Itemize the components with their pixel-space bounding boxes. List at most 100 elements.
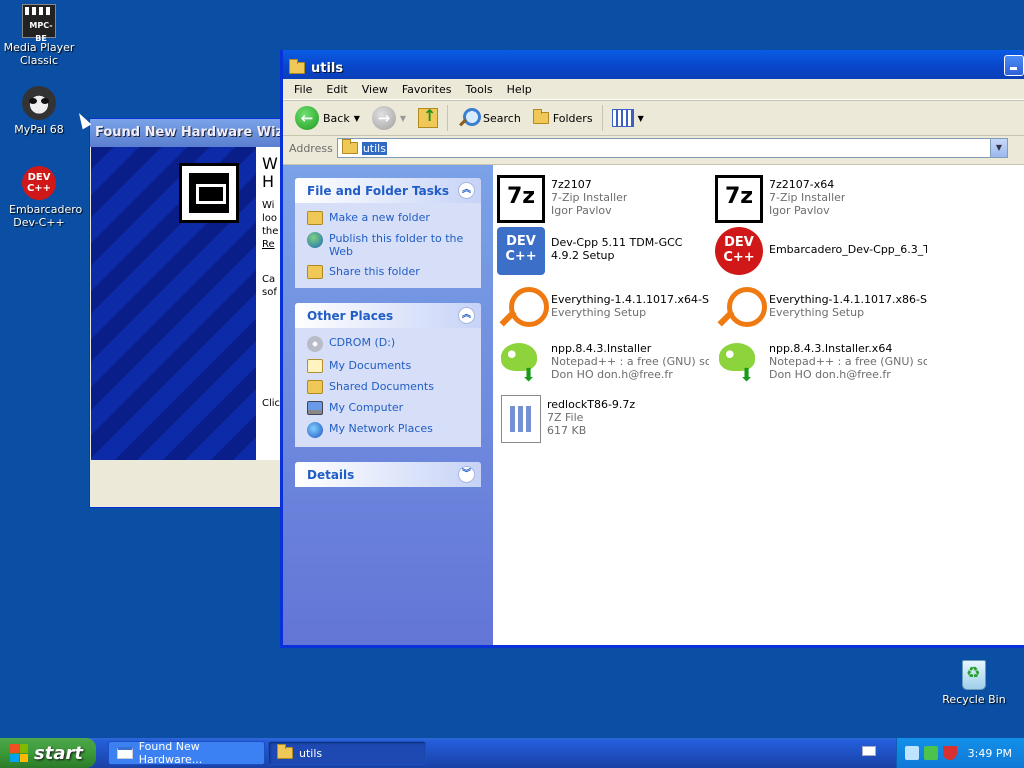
toolbar-separator [447,105,449,131]
menu-bar: File Edit View Favorites Tools Help [283,79,1024,100]
folders-icon [532,109,549,124]
menu-favorites[interactable]: Favorites [395,83,459,96]
address-label: Address [289,141,333,155]
dropdown-arrow-icon[interactable]: ▼ [354,114,360,123]
search-icon [457,107,482,129]
file-item[interactable]: DEV C++ Embarcadero_Dev-Cpp_6.3_T... [715,227,927,275]
place-my-computer[interactable]: My Computer [307,401,471,415]
file-icon [501,395,541,443]
window-title: utils [311,60,344,76]
task-share-folder[interactable]: Share this folder [307,265,471,279]
file-item[interactable]: DEV C++ Dev-Cpp 5.11 TDM-GCC 4.9.2 Setup [497,227,709,275]
file-folder-tasks-panel: File and Folder Tasks ︽ Make a new folde… [295,178,481,288]
views-icon [611,109,634,127]
panel-header[interactable]: Details ︾ [295,462,481,487]
devcpp-icon: DEV C++ [22,166,56,200]
devcpp-icon: DEV C++ [497,227,545,275]
address-value: utils [361,141,387,155]
raccoon-icon [22,86,56,120]
minimize-button[interactable] [1004,55,1024,76]
media-player-icon: MPC-BE [22,4,56,43]
place-shared-documents[interactable]: Shared Documents [307,380,471,394]
wizard-banner [91,147,256,460]
documents-icon [307,359,323,373]
task-publish-folder[interactable]: Publish this folder to the Web [307,232,471,258]
task-pane: File and Folder Tasks ︽ Make a new folde… [283,165,493,645]
panel-header[interactable]: Other Places ︽ [295,303,481,328]
place-cdrom[interactable]: CDROM (D:) [307,336,471,352]
dropdown-arrow-icon: ▼ [637,113,644,123]
publish-web-icon [307,232,323,248]
back-arrow-icon: ← [295,106,319,130]
address-dropdown-button[interactable]: ▼ [990,139,1007,157]
file-item[interactable]: npp.8.4.3.Installer.x64Notepad++ : a fre… [715,339,927,387]
keyboard-icon[interactable] [862,746,876,756]
folder-icon [289,59,305,74]
safely-remove-icon[interactable] [924,746,938,760]
explorer-title-bar[interactable]: utils [283,50,1024,79]
recycle-bin-icon [959,656,989,690]
place-my-network-places[interactable]: My Network Places [307,422,471,438]
folders-button[interactable]: Folders [527,103,599,133]
security-shield-icon[interactable] [943,746,957,760]
shared-folder-icon [307,380,323,394]
wizard-title-bar[interactable]: Found New Hardware Wizard [90,119,288,147]
menu-edit[interactable]: Edit [319,83,354,96]
taskbar: start Found New Hardware... utils 3:49 P… [0,738,1024,768]
expand-icon[interactable]: ︾ [458,466,475,483]
file-item[interactable]: Everything-1.4.1.1017.x86-S... Everything… [715,285,927,333]
system-tray: 3:49 PM [896,738,1024,768]
notepad-plus-plus-icon [715,339,763,387]
file-item[interactable]: 7z 7z2107 7-Zip Installer Igor Pavlov [497,175,709,223]
menu-tools[interactable]: Tools [459,83,500,96]
menu-help[interactable]: Help [500,83,539,96]
toolbar-separator [601,105,603,131]
cdrom-icon [307,336,323,352]
file-item[interactable]: npp.8.4.3.InstallerNotepad++ : a free (G… [497,339,709,387]
menu-view[interactable]: View [355,83,395,96]
desktop-icon-label: MyPal 68 [14,123,64,136]
hardware-wizard-window[interactable]: Found New Hardware Wizard W H Wi loo the… [89,118,289,508]
desktop-icon-recycle-bin[interactable]: Recycle Bin [935,656,1013,706]
task-make-new-folder[interactable]: Make a new folder [307,211,471,225]
forward-button[interactable]: → ▼ [366,103,412,133]
windows-logo-icon [10,744,28,762]
back-button[interactable]: ← Back ▼ [289,103,366,133]
explorer-window[interactable]: utils File Edit View Favorites Tools Hel… [280,50,1024,648]
taskbar-button-utils[interactable]: utils [268,741,426,765]
explorer-body: File and Folder Tasks ︽ Make a new folde… [283,164,1024,645]
desktop-icon-media-player-classic[interactable]: MPC-BE Media Player Classic [0,4,78,67]
details-panel: Details ︾ [295,462,481,487]
network-tray-icon[interactable] [905,746,919,760]
up-folder-button[interactable] [412,103,444,133]
file-item[interactable]: Everything-1.4.1.1017.x64-S... Everything… [497,285,709,333]
start-button[interactable]: start [0,738,96,768]
share-folder-icon [307,265,323,279]
collapse-icon[interactable]: ︽ [458,307,475,324]
file-list: 7z 7z2107 7-Zip Installer Igor Pavlov 7z 7… [493,165,1024,645]
toolbar: ← Back ▼ → ▼ Search Folders ▼ [283,100,1024,136]
collapse-icon[interactable]: ︽ [458,182,475,199]
dropdown-arrow-icon[interactable]: ▼ [400,114,406,123]
file-item[interactable]: 7z 7z2107-x64 7-Zip Installer Igor Pavlov [715,175,927,223]
address-bar: Address utils ▼ [283,136,1024,160]
views-button[interactable]: ▼ [606,103,650,133]
desktop-icon-mypal[interactable]: MyPal 68 [0,86,78,136]
file-item[interactable]: redlockT86-9.7z 7Z File 617 KB [497,395,709,443]
search-button[interactable]: Search [451,103,527,133]
folder-icon [277,744,293,759]
computer-icon [307,401,323,415]
panel-header[interactable]: File and Folder Tasks ︽ [295,178,481,203]
7zip-icon: 7z [497,175,545,223]
window-icon [117,747,133,759]
everything-search-icon [497,285,549,333]
hardware-icon [179,163,239,223]
place-my-documents[interactable]: My Documents [307,359,471,373]
taskbar-button-hardware-wizard[interactable]: Found New Hardware... [108,740,265,766]
menu-file[interactable]: File [287,83,319,96]
folder-up-icon [418,106,439,128]
address-input[interactable]: utils ▼ [336,138,1008,158]
network-icon [307,422,323,438]
clock[interactable]: 3:49 PM [968,747,1012,760]
desktop-icon-devcpp[interactable]: DEV C++ Embarcadero Dev-C++ [0,166,82,229]
